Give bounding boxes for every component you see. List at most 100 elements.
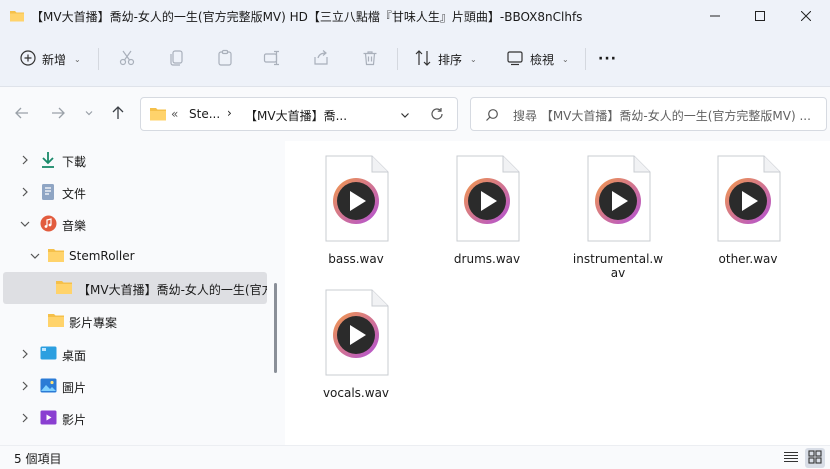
file-item[interactable]: drums.wav xyxy=(437,155,537,266)
sidebar-item-desktop[interactable]: 桌面 xyxy=(3,338,267,370)
chevron-down-icon xyxy=(84,107,94,121)
window-title: 【MV大首播】喬幼-女人的一生(官方完整版MV) HD【三立八點檔『甘味人生』片… xyxy=(31,10,583,24)
file-item[interactable]: other.wav xyxy=(698,155,798,266)
refresh-icon[interactable] xyxy=(430,107,444,124)
up-button[interactable] xyxy=(107,103,129,125)
chevron-down-icon[interactable] xyxy=(29,250,41,262)
file-name: other.wav xyxy=(718,252,778,266)
title-bar: 【MV大首播】喬幼-女人的一生(官方完整版MV) HD【三立八點檔『甘味人生』片… xyxy=(0,0,830,32)
navigation-bar: « Ste... › 【MV大首播】喬... 搜尋 【MV大首播】喬幼-女人的一… xyxy=(0,87,830,141)
chevron-down-icon: ⌄ xyxy=(562,54,569,64)
arrow-right-icon xyxy=(50,105,66,124)
sidebar-item-label: 音樂 xyxy=(62,219,87,233)
minimize-button[interactable] xyxy=(692,0,738,32)
command-bar: 新增 ⌄ 排序 ⌄ 檢視 ⌄ ··· xyxy=(0,32,830,87)
list-view-icon xyxy=(784,451,798,466)
sidebar-item-current-folder[interactable]: 【MV大首播】喬幼-女人的一生(官方 xyxy=(3,272,267,304)
file-item[interactable]: bass.wav xyxy=(306,155,406,266)
audio-file-icon xyxy=(714,155,782,246)
sort-label: 排序 xyxy=(438,52,463,67)
sidebar-item-videos[interactable]: 影片 xyxy=(3,402,267,434)
forward-button[interactable] xyxy=(47,103,69,125)
search-icon xyxy=(485,108,499,125)
sort-icon xyxy=(414,49,432,70)
download-icon xyxy=(40,151,56,172)
desktop-icon xyxy=(40,346,57,364)
sidebar-scrollbar[interactable] xyxy=(274,283,277,373)
address-bar[interactable]: « Ste... › 【MV大首播】喬... xyxy=(140,97,458,131)
share-button[interactable] xyxy=(312,44,330,74)
item-count: 5 個項目 xyxy=(14,452,62,466)
copy-button[interactable] xyxy=(168,44,186,74)
breadcrumb-current[interactable]: 【MV大首播】喬... xyxy=(245,107,347,124)
new-label: 新增 xyxy=(42,52,67,67)
sidebar-item-pictures[interactable]: 圖片 xyxy=(3,370,267,402)
chevron-right-icon[interactable] xyxy=(19,348,31,360)
cut-button[interactable] xyxy=(118,44,136,74)
rename-icon xyxy=(263,49,281,70)
search-placeholder: 搜尋 【MV大首播】喬幼-女人的一生(官方完整版MV) ... xyxy=(513,109,811,123)
file-name: drums.wav xyxy=(453,252,521,266)
close-button[interactable] xyxy=(783,0,829,32)
document-icon xyxy=(40,183,56,204)
view-button[interactable]: 檢視 ⌄ xyxy=(506,44,569,74)
file-name: vocals.wav xyxy=(322,386,390,400)
new-button[interactable]: 新增 ⌄ xyxy=(20,44,81,74)
plus-circle-icon xyxy=(20,49,36,69)
more-label: ··· xyxy=(598,51,617,67)
overflow-chevron[interactable]: « xyxy=(171,107,178,121)
file-item[interactable]: instrumental.wav xyxy=(568,155,668,280)
audio-file-icon xyxy=(453,155,521,246)
arrow-left-icon xyxy=(14,105,30,124)
sidebar-item-label: 文件 xyxy=(62,187,87,201)
audio-file-icon xyxy=(584,155,652,246)
search-box[interactable]: 搜尋 【MV大首播】喬幼-女人的一生(官方完整版MV) ... xyxy=(470,97,827,131)
folder-icon xyxy=(47,313,65,331)
paste-button[interactable] xyxy=(216,44,234,74)
folder-icon xyxy=(149,106,167,125)
copy-icon xyxy=(168,49,186,70)
sidebar-item-label: 影片專案 xyxy=(69,316,118,330)
toolbar-divider xyxy=(585,48,586,70)
audio-file-icon xyxy=(322,289,390,380)
sidebar-item-stemroller[interactable]: StemRoller xyxy=(3,240,267,272)
file-name: bass.wav xyxy=(328,252,384,266)
large-icons-view-button[interactable] xyxy=(805,448,825,468)
recent-locations-button[interactable] xyxy=(78,103,100,125)
sidebar-item-label: 下載 xyxy=(62,155,87,169)
more-options-button[interactable]: ··· xyxy=(598,44,617,74)
status-bar: 5 個項目 xyxy=(0,445,830,469)
sidebar-item-music[interactable]: 音樂 xyxy=(3,208,267,240)
share-icon xyxy=(312,49,330,70)
view-icon xyxy=(506,49,524,70)
trash-icon xyxy=(361,49,379,70)
folder-icon xyxy=(55,280,73,298)
details-view-button[interactable] xyxy=(781,448,801,468)
chevron-down-icon[interactable] xyxy=(19,218,31,230)
chevron-right-icon[interactable] xyxy=(19,186,31,198)
arrow-up-icon xyxy=(110,105,126,124)
file-item[interactable]: vocals.wav xyxy=(306,289,406,400)
clipboard-icon xyxy=(216,49,234,70)
sidebar-item-label: StemRoller xyxy=(69,249,135,263)
chevron-right-icon[interactable] xyxy=(19,380,31,392)
rename-button[interactable] xyxy=(263,44,281,74)
pictures-icon xyxy=(40,378,57,396)
breadcrumb-stemroller[interactable]: Ste... xyxy=(189,107,220,121)
sidebar-item-downloads[interactable]: 下載 xyxy=(3,144,267,176)
navigation-pane: 下載 文件 音樂 StemRoller 【MV大首播】喬幼-女人的一生(官方 影… xyxy=(0,141,285,445)
sidebar-item-label: 【MV大首播】喬幼-女人的一生(官方 xyxy=(78,283,267,297)
delete-button[interactable] xyxy=(361,44,379,74)
chevron-down-icon[interactable] xyxy=(399,109,411,124)
sort-button[interactable]: 排序 ⌄ xyxy=(414,44,477,74)
toolbar-divider xyxy=(397,48,398,70)
sidebar-item-documents[interactable]: 文件 xyxy=(3,176,267,208)
sidebar-item-label: 圖片 xyxy=(62,381,87,395)
maximize-button[interactable] xyxy=(737,0,783,32)
chevron-right-icon[interactable] xyxy=(19,154,31,166)
breadcrumb-separator: › xyxy=(227,106,232,120)
back-button[interactable] xyxy=(11,103,33,125)
sidebar-item-video-projects[interactable]: 影片專案 xyxy=(3,305,267,337)
file-list: bass.wav drums.wav instrumental.wav othe… xyxy=(285,141,830,445)
chevron-right-icon[interactable] xyxy=(19,412,31,424)
